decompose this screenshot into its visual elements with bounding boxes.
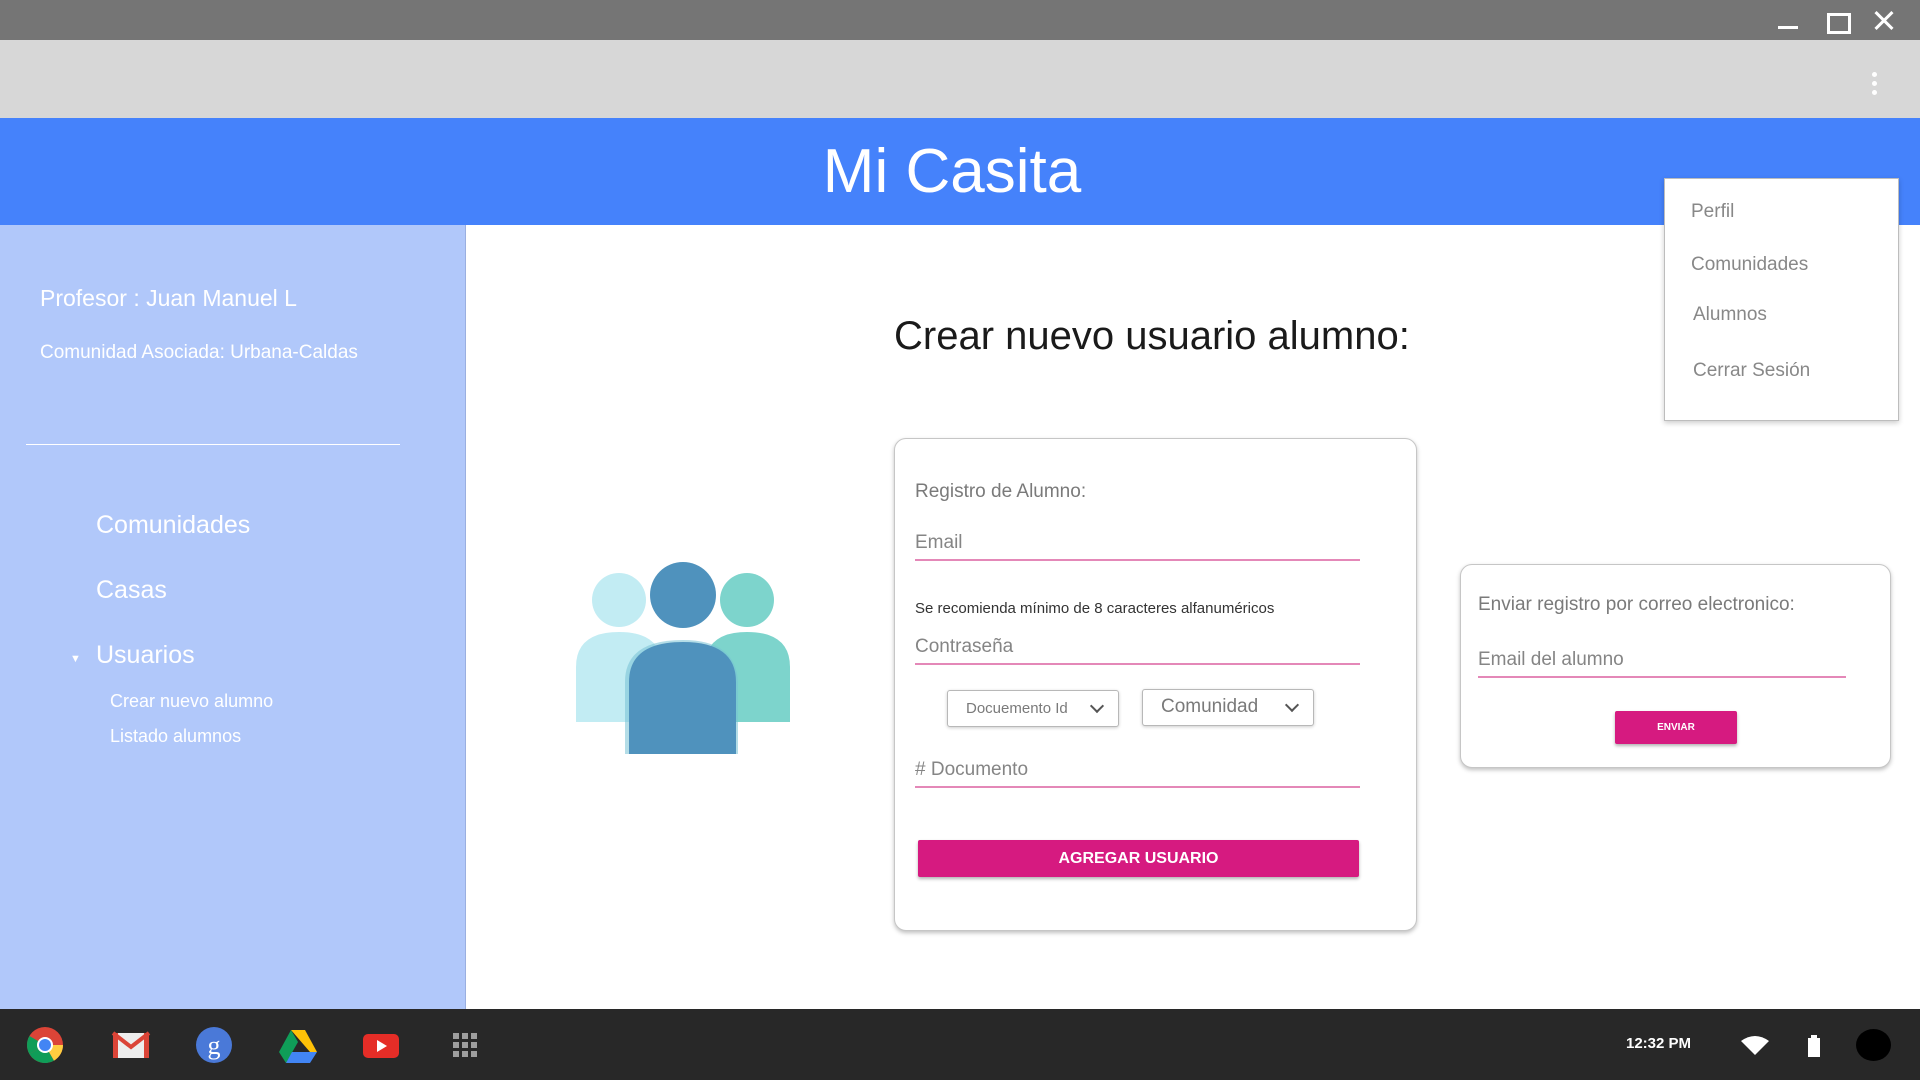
- comunidad-asociada: Comunidad Asociada: Urbana-Caldas: [40, 342, 358, 363]
- email-input[interactable]: [915, 527, 1360, 561]
- menu-item-alumnos[interactable]: Alumnos: [1693, 304, 1767, 326]
- more-options-icon[interactable]: [1862, 70, 1886, 98]
- sidebar-subitem-listado-alumnos[interactable]: Listado alumnos: [110, 726, 241, 747]
- os-shelf: g 12:32 PM: [0, 1009, 1920, 1080]
- maximize-icon[interactable]: [1822, 8, 1851, 34]
- comunidad-select-label: Comunidad: [1161, 696, 1259, 717]
- wifi-icon[interactable]: [1741, 1036, 1769, 1056]
- browser-toolbar: [0, 40, 1920, 118]
- drive-icon[interactable]: [278, 1025, 318, 1065]
- chevron-down-icon: [1089, 698, 1105, 714]
- clock[interactable]: 12:32 PM: [1626, 1035, 1691, 1052]
- window-titlebar: [0, 0, 1920, 40]
- enviar-button[interactable]: ENVIAR: [1615, 711, 1737, 744]
- documento-input[interactable]: [915, 754, 1360, 788]
- youtube-icon[interactable]: [361, 1025, 401, 1065]
- chevron-down-icon: [1284, 697, 1300, 713]
- app-launcher-icon[interactable]: [445, 1025, 485, 1065]
- sidebar: Profesor : Juan Manuel L Comunidad Asoci…: [0, 225, 466, 1009]
- enviar-title: Enviar registro por correo electronico:: [1478, 594, 1795, 615]
- comunidad-select[interactable]: Comunidad: [1142, 689, 1314, 726]
- documento-id-select[interactable]: Docuemento Id: [947, 690, 1119, 727]
- minimize-icon[interactable]: [1774, 8, 1802, 34]
- agregar-usuario-button[interactable]: AGREGAR USUARIO: [918, 840, 1359, 877]
- app-header: Mi Casita: [0, 118, 1920, 225]
- menu-item-perfil[interactable]: Perfil: [1691, 201, 1734, 223]
- gmail-icon[interactable]: [111, 1025, 151, 1065]
- options-menu: Perfil Comunidades Alumnos Cerrar Sesión: [1664, 178, 1899, 421]
- menu-item-comunidades[interactable]: Comunidades: [1691, 254, 1808, 276]
- profesor-name: Profesor : Juan Manuel L: [40, 285, 297, 311]
- sidebar-subitem-crear-alumno[interactable]: Crear nuevo alumno: [110, 691, 273, 712]
- google-plus-icon[interactable]: g: [194, 1025, 234, 1065]
- chrome-icon[interactable]: [25, 1025, 65, 1065]
- email-alumno-input[interactable]: [1478, 644, 1846, 678]
- users-group-icon: [576, 562, 790, 754]
- registro-card: Registro de Alumno: Se recomienda mínimo…: [894, 438, 1417, 931]
- registro-title: Registro de Alumno:: [915, 481, 1087, 502]
- close-icon[interactable]: [1870, 8, 1898, 34]
- documento-id-select-label: Docuemento Id: [966, 700, 1068, 717]
- sidebar-item-usuarios[interactable]: Usuarios: [96, 641, 195, 670]
- page-title: Crear nuevo usuario alumno:: [894, 314, 1410, 358]
- enviar-card: Enviar registro por correo electronico: …: [1460, 564, 1891, 768]
- menu-item-cerrar-sesion[interactable]: Cerrar Sesión: [1693, 360, 1810, 382]
- app-title: Mi Casita: [822, 137, 1082, 206]
- sidebar-item-comunidades[interactable]: Comunidades: [96, 511, 250, 540]
- password-hint: Se recomienda mínimo de 8 caracteres alf…: [915, 600, 1275, 617]
- svg-text:g: g: [208, 1031, 221, 1060]
- sidebar-divider: [26, 444, 400, 445]
- battery-icon[interactable]: [1807, 1035, 1821, 1057]
- sidebar-item-casas[interactable]: Casas: [96, 576, 167, 605]
- chevron-down-icon[interactable]: ▼: [70, 653, 81, 665]
- password-input[interactable]: [915, 631, 1360, 665]
- avatar[interactable]: [1856, 1029, 1891, 1061]
